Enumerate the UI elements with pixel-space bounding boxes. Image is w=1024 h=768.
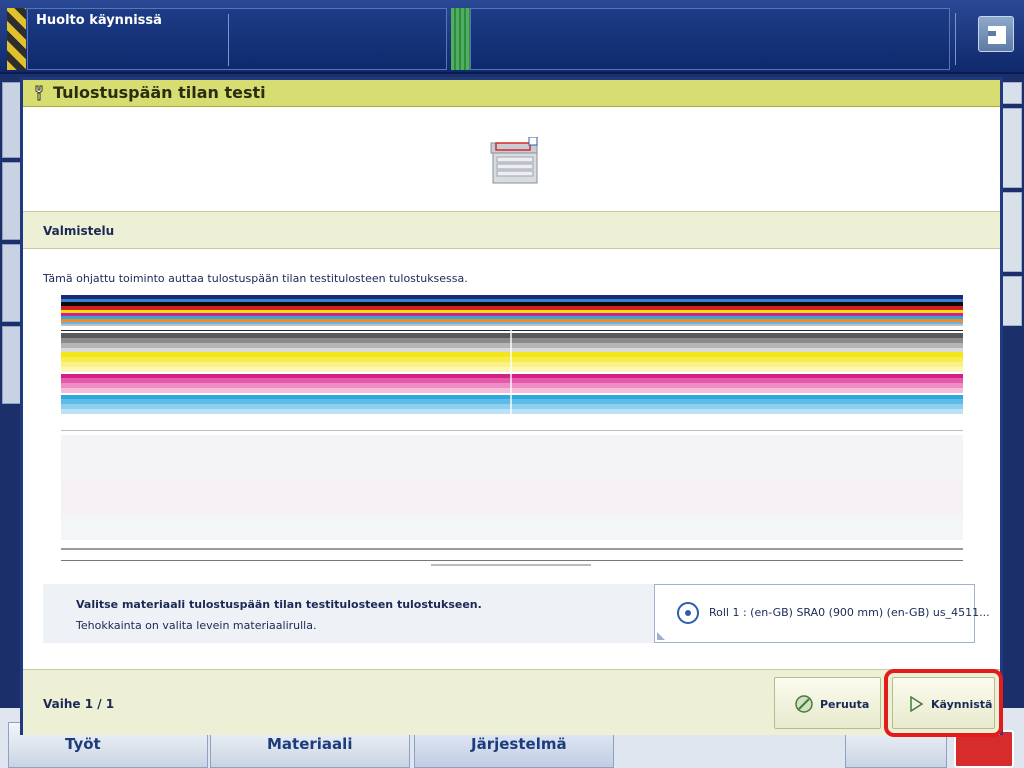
status-indicator-strip xyxy=(451,8,470,70)
material-selection-panel: Valitse materiaali tulostuspään tilan te… xyxy=(43,584,990,643)
media-roll-icon xyxy=(677,602,699,624)
selected-media-roll: Roll 1 : (en-GB) SRA0 (900 mm) (en-GB) u… xyxy=(709,606,990,619)
step-indicator: Vaihe 1 / 1 xyxy=(43,697,115,711)
nav-tab-label: Työt xyxy=(65,735,101,753)
background-tab xyxy=(2,244,22,322)
background-tab xyxy=(2,162,22,240)
dialog-title-bar: Tulostuspään tilan testi xyxy=(23,80,1000,107)
top-status-bar: Huolto käynnissä xyxy=(0,0,1024,74)
test-print-preview xyxy=(61,290,963,575)
background-tab xyxy=(1001,82,1022,104)
divider xyxy=(955,13,956,65)
background-tab xyxy=(1001,192,1022,272)
section-header: Valmistelu xyxy=(23,211,1000,249)
cancel-label: Peruuta xyxy=(820,698,870,711)
material-instruction: Valitse materiaali tulostuspään tilan te… xyxy=(76,598,482,611)
status-panel-secondary[interactable] xyxy=(470,8,950,70)
print-head-test-dialog: Tulostuspään tilan testi Valmistelu Tämä… xyxy=(20,77,1003,737)
background-tab xyxy=(1001,276,1022,326)
status-panel[interactable]: Huolto käynnissä xyxy=(27,8,447,70)
background-tab xyxy=(2,326,22,404)
dialog-footer: Vaihe 1 / 1 Peruuta Käynnistä xyxy=(23,669,1003,737)
dropdown-corner-icon xyxy=(657,632,665,640)
start-label: Käynnistä xyxy=(931,698,993,711)
status-text: Huolto käynnissä xyxy=(36,13,162,28)
dialog-title: Tulostuspään tilan testi xyxy=(53,83,266,102)
play-icon xyxy=(910,695,924,713)
start-button[interactable]: Käynnistä xyxy=(884,669,1003,737)
background-tab xyxy=(2,82,22,158)
section-title: Valmistelu xyxy=(43,224,115,238)
wrench-icon xyxy=(32,85,46,101)
divider xyxy=(228,14,229,66)
background-tab xyxy=(1001,108,1022,188)
media-roll-selector[interactable]: Roll 1 : (en-GB) SRA0 (900 mm) (en-GB) u… xyxy=(654,584,990,643)
panel-toggle-button[interactable] xyxy=(978,16,1014,52)
cancel-button[interactable]: Peruuta xyxy=(774,677,881,729)
power-icon[interactable] xyxy=(954,730,1014,768)
material-hint: Tehokkainta on valita levein materiaalir… xyxy=(76,619,317,632)
intro-text: Tämä ohjattu toiminto auttaa tulostuspää… xyxy=(43,272,468,285)
cancel-icon xyxy=(795,695,813,713)
panel-icon xyxy=(988,26,1006,44)
nav-tab-label: Materiaali xyxy=(267,735,353,753)
nav-tab-label: Järjestelmä xyxy=(471,735,567,753)
printer-icon xyxy=(490,137,538,184)
maintenance-hazard-stripe xyxy=(7,8,26,70)
